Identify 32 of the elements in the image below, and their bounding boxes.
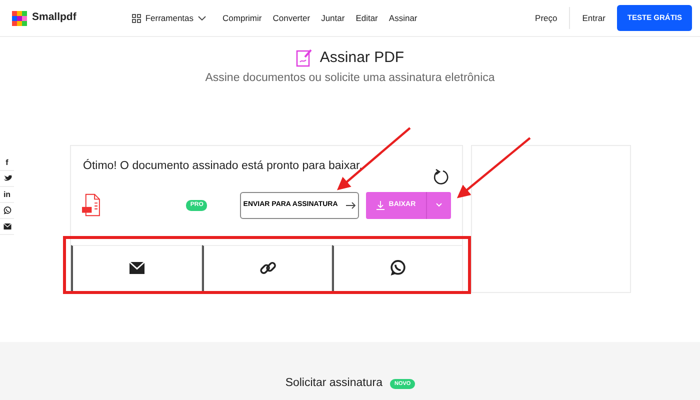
tools-menu[interactable]: Ferramentas bbox=[132, 12, 206, 24]
page-title: Assinar PDF bbox=[320, 48, 404, 68]
logo[interactable]: Smallpdf bbox=[12, 10, 76, 26]
share-link[interactable]: in bbox=[0, 187, 14, 203]
download-options-button[interactable] bbox=[426, 192, 451, 219]
share-link[interactable]: f bbox=[0, 155, 14, 171]
nav-link[interactable]: Assinar bbox=[388, 12, 418, 24]
bird-icon[interactable] bbox=[2, 174, 12, 183]
nav-link[interactable]: Juntar bbox=[321, 12, 345, 24]
sign-document-icon bbox=[296, 49, 312, 68]
mail-icon[interactable] bbox=[2, 222, 12, 231]
chevron-down-icon bbox=[198, 16, 206, 20]
refresh-icon[interactable] bbox=[432, 168, 450, 186]
whatsapp-icon bbox=[389, 259, 408, 278]
share-button[interactable] bbox=[71, 244, 202, 293]
download-icon bbox=[376, 200, 385, 210]
price-link[interactable]: Preço bbox=[535, 12, 558, 24]
status-message: Ótimo! O documento assinado está pronto para baixar. bbox=[83, 158, 362, 174]
nav-link[interactable]: Converter bbox=[272, 12, 310, 24]
nav-link[interactable]: Editar bbox=[356, 12, 378, 24]
section-title: Solicitar assinatura bbox=[285, 376, 382, 392]
share-button[interactable] bbox=[332, 244, 462, 293]
arrow-right-icon bbox=[346, 202, 356, 209]
chevron-down-icon bbox=[436, 203, 442, 208]
nav-link[interactable]: Comprimir bbox=[222, 12, 262, 24]
whatsapp-icon[interactable] bbox=[2, 206, 12, 215]
logo-icon bbox=[12, 10, 27, 26]
share-button[interactable] bbox=[202, 244, 332, 293]
grid-icon bbox=[132, 14, 142, 22]
page-subtitle: Assine documentos ou solicite uma assinatura eletrônica bbox=[205, 70, 495, 86]
pdf-file-icon bbox=[82, 193, 102, 218]
login-link[interactable]: Entrar bbox=[582, 12, 606, 24]
